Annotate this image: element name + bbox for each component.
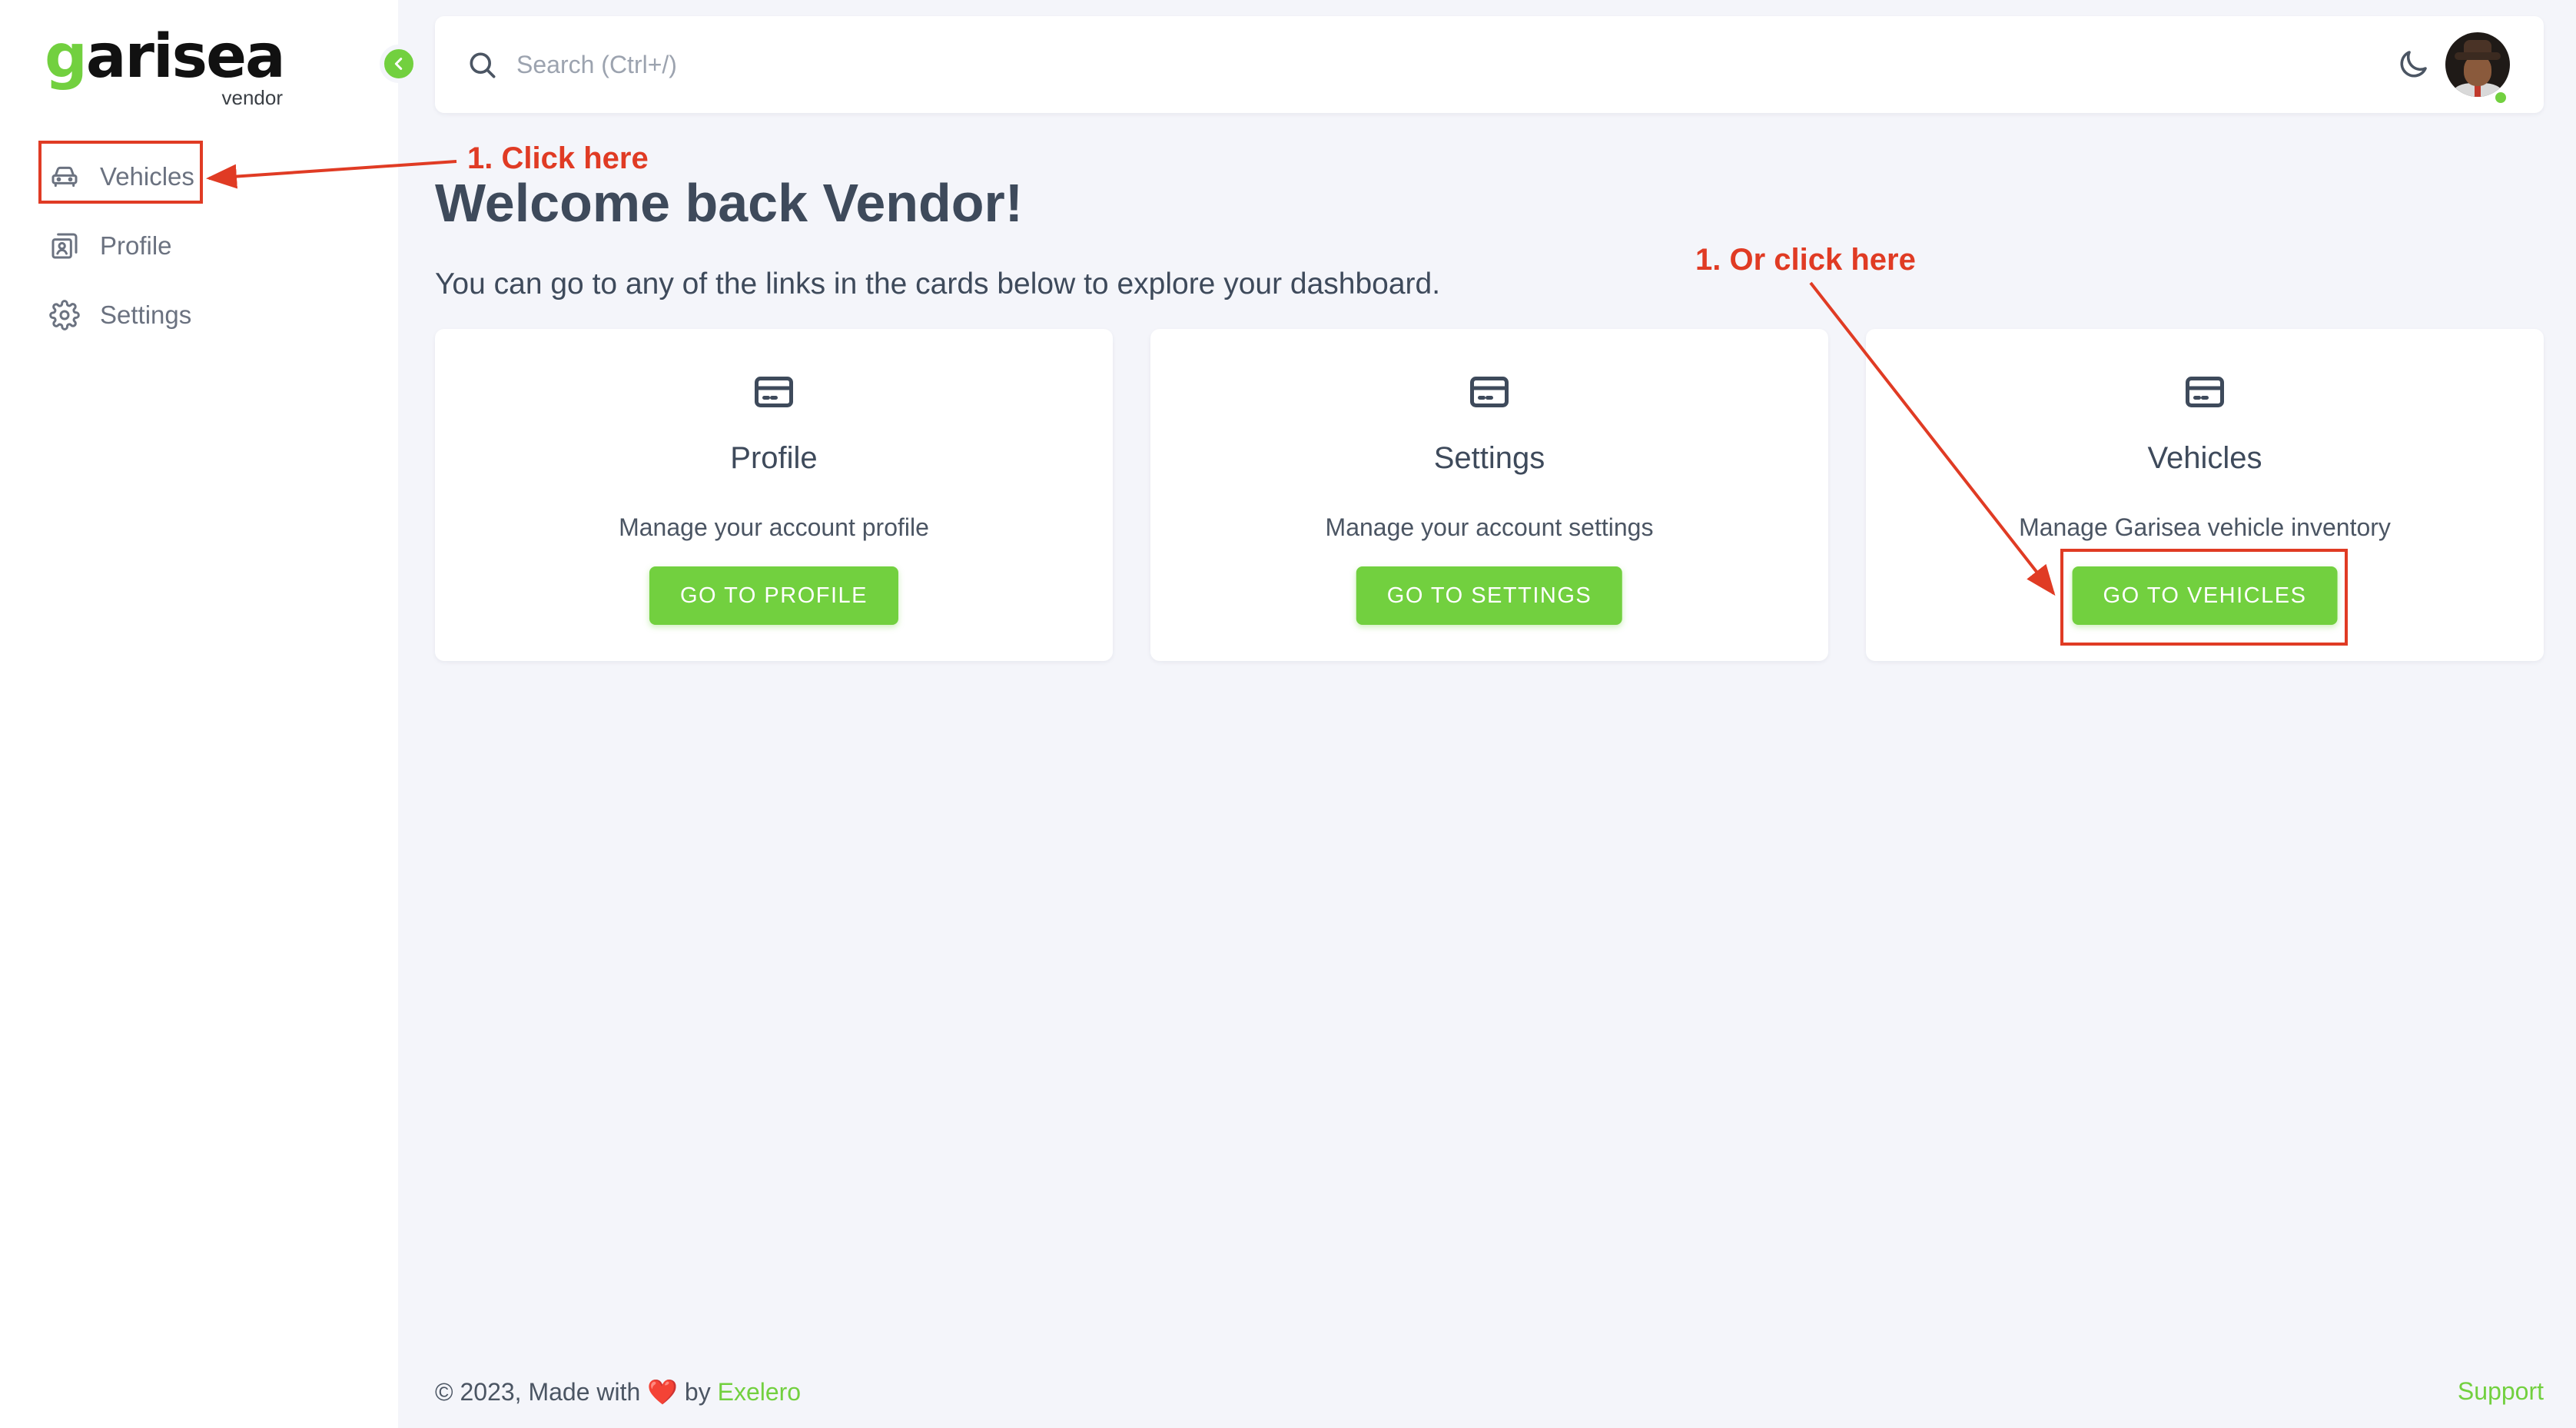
company-link[interactable]: Exelero [718, 1378, 802, 1406]
chevron-left-icon [394, 58, 403, 70]
sidebar-collapse-button[interactable] [380, 45, 418, 83]
annotation-box-sidebar [38, 141, 203, 204]
go-to-profile-button[interactable]: GO TO PROFILE [649, 566, 899, 625]
search-icon[interactable] [466, 48, 500, 82]
garisea-logo[interactable]: garisea vendor [45, 18, 286, 111]
contact-card-icon [48, 229, 81, 263]
sidebar-item-label: Settings [100, 301, 192, 329]
online-status-dot [2493, 90, 2508, 105]
heart-icon: ❤️ [647, 1378, 679, 1406]
annotation-box-vehicles-button [2060, 549, 2348, 646]
card-profile: Profile Manage your account profile GO T… [435, 329, 1113, 661]
credit-card-icon [1470, 377, 1509, 407]
sidebar-item-profile[interactable]: Profile [41, 211, 364, 281]
credit-card-icon [755, 377, 793, 407]
moon-icon[interactable] [2395, 46, 2432, 83]
user-avatar[interactable] [2445, 32, 2510, 97]
logo-subtitle: vendor [221, 86, 284, 109]
credit-card-icon [2186, 377, 2224, 407]
annotation-or-click-here: 1. Or click here [1695, 243, 1916, 277]
sidebar-item-settings[interactable]: Settings [41, 281, 364, 350]
annotation-click-here: 1. Click here [467, 141, 649, 175]
go-to-settings-button[interactable]: GO TO SETTINGS [1356, 566, 1623, 625]
card-settings: Settings Manage your account settings GO… [1150, 329, 1828, 661]
sidebar: garisea vendor Vehicles Profile Settings [0, 0, 398, 1428]
card-title: Profile [730, 441, 818, 475]
top-navbar [435, 16, 2544, 113]
sidebar-item-label: Profile [100, 231, 172, 260]
footer-credit: © 2023, Made with ❤️ by Exelero [435, 1378, 802, 1406]
support-link[interactable]: Support [2458, 1377, 2544, 1406]
page-subtitle: You can go to any of the links in the ca… [435, 267, 1441, 301]
card-description: Manage your account settings [1325, 513, 1654, 541]
search-input[interactable] [516, 44, 1592, 85]
page-title: Welcome back Vendor! [435, 173, 1024, 233]
card-title: Vehicles [2147, 441, 2262, 475]
card-description: Manage your account profile [619, 513, 929, 541]
gear-icon [48, 298, 81, 332]
card-title: Settings [1433, 441, 1545, 475]
card-description: Manage Garisea vehicle inventory [2019, 513, 2391, 541]
logo-wordmark: garisea [45, 22, 286, 91]
